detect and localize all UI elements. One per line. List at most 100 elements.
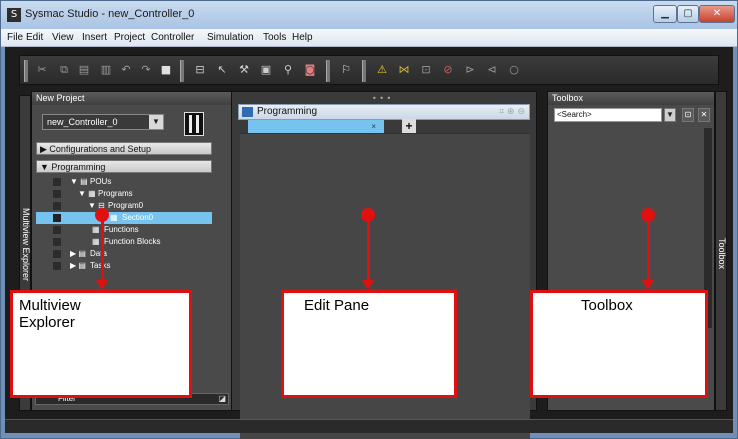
wrench-icon[interactable]: ⚒ <box>236 62 252 78</box>
search-icon[interactable]: ⚲ <box>280 62 296 78</box>
add-tab-button[interactable]: + <box>402 119 416 133</box>
copy-icon[interactable]: ⧉ <box>56 62 72 78</box>
pane-grip[interactable]: • • • <box>372 94 391 103</box>
title-bar: S Sysmac Studio - new_Controller_0 ▁ ▢ ✕ <box>1 1 737 29</box>
device-bar <box>196 115 199 133</box>
tree-item-pous[interactable]: ▼ ▤ POUs <box>36 176 212 188</box>
tab-close-icon[interactable]: × <box>371 122 376 131</box>
cross-reference-icon[interactable]: ↖ <box>214 62 230 78</box>
toolbox-side-label: Toolbox <box>717 238 727 270</box>
main-toolbar: ✂ ⧉ ▤ ▥ ↶ ↷ ■ ⊟ ↖ ⚒ ▣ ⚲ ◙ ⚐ ⚠ ⋈ ⊡ ⊘ ⊳ ⊲ … <box>19 55 719 85</box>
redo-icon[interactable]: ↷ <box>138 62 154 78</box>
tree-item-label: Function Blocks <box>104 237 161 246</box>
tab-section0[interactable]: × <box>248 120 384 133</box>
callout-explorer-line1: Multiview <box>19 297 81 314</box>
menu-help[interactable]: Help <box>292 32 313 43</box>
clear-search-icon[interactable]: ✕ <box>698 108 710 122</box>
callout-toolbox-label: Toolbox <box>581 297 633 314</box>
toolbar-separator <box>24 60 28 82</box>
tree-item-marker <box>53 238 61 246</box>
annotation-pointer-edit-pane <box>367 218 370 280</box>
maximize-button[interactable]: ▢ <box>677 5 699 23</box>
controller-select-value: new_Controller_0 <box>47 117 118 127</box>
functions-icon: ▦ <box>92 225 100 234</box>
toolbar-separator <box>362 60 366 82</box>
tasks-folder-icon: ▶ ▤ <box>70 261 86 270</box>
tree-item-label: Programs <box>98 189 133 198</box>
expand-arrow-icon: ▶ <box>40 144 50 154</box>
close-button[interactable]: ✕ <box>699 5 735 23</box>
cut-icon[interactable]: ✂ <box>34 62 50 78</box>
window-title: Sysmac Studio - new_Controller_0 <box>25 8 195 20</box>
menu-project[interactable]: Project <box>114 32 145 43</box>
tree-item-function-blocks[interactable]: ▦ Function Blocks <box>36 236 212 248</box>
menu-tools[interactable]: Tools <box>263 32 286 43</box>
toolbar-separator <box>326 60 330 82</box>
rung-icon[interactable]: ⊡ <box>418 62 434 78</box>
callout-edit-pane-label: Edit Pane <box>304 297 370 314</box>
tree-item-marker <box>53 226 61 234</box>
undo-icon[interactable]: ↶ <box>118 62 134 78</box>
tree-item-marker <box>53 214 61 222</box>
stop-icon[interactable]: ◙ <box>302 62 318 78</box>
coil-icon[interactable]: ⊘ <box>440 62 456 78</box>
save-icon[interactable]: ■ <box>158 62 174 78</box>
section-programming-label: Programming <box>51 162 106 172</box>
warning-icon[interactable]: ⚠ <box>374 62 390 78</box>
variable-icon[interactable]: ⋈ <box>396 62 412 78</box>
section-icon: ▦ <box>110 213 118 222</box>
toolbox-side-tab[interactable]: Toolbox <box>715 91 727 411</box>
collapse-arrow-icon: ▼ <box>40 162 52 172</box>
annotation-arrowhead-edit-pane <box>362 280 374 290</box>
tree-item-label: Functions <box>104 225 139 234</box>
online-icon[interactable]: ⊲ <box>484 62 500 78</box>
annotation-pointer-explorer <box>101 218 104 280</box>
tree-item-programs[interactable]: ▼ ▦ Programs <box>36 188 212 200</box>
tree-item-tasks[interactable]: ▶ ▤ Tasks <box>36 260 212 272</box>
chevron-down-icon[interactable]: ▼ <box>664 108 676 122</box>
compare-icon[interactable]: ▣ <box>258 62 274 78</box>
menu-controller[interactable]: Controller <box>151 32 194 43</box>
tree-item-data[interactable]: ▶ ▤ Data <box>36 248 212 260</box>
programs-folder-icon: ▼ ▦ <box>78 189 96 198</box>
annotation-arrowhead-explorer <box>96 280 108 290</box>
tree-item-marker <box>53 262 61 270</box>
menu-edit[interactable]: Edit <box>26 32 43 43</box>
filter-icon[interactable]: ⊡ <box>682 108 694 122</box>
callout-edit-pane: Edit Pane <box>281 290 457 398</box>
callout-multiview-explorer: Multiview Explorer <box>10 290 192 398</box>
screenshot: S Sysmac Studio - new_Controller_0 ▁ ▢ ✕… <box>0 0 738 439</box>
build-icon[interactable]: ⊟ <box>192 62 208 78</box>
contact-icon[interactable]: ⊳ <box>462 62 478 78</box>
minimize-button[interactable]: ▁ <box>653 5 677 23</box>
filter-toggle-icon[interactable]: ◪ <box>218 394 226 404</box>
menu-file[interactable]: File <box>7 32 23 43</box>
tree-item-label: POUs <box>90 177 112 186</box>
tree-item-section0[interactable]: ▦ Section0 <box>36 212 212 224</box>
menu-insert[interactable]: Insert <box>82 32 107 43</box>
tree-item-marker <box>53 178 61 186</box>
tree-item-label: Program0 <box>108 201 144 210</box>
tree-item-program0[interactable]: ▼ ⊟ Program0 <box>36 200 212 212</box>
section-programming[interactable]: ▼ Programming <box>36 160 212 173</box>
tree-item-marker <box>53 202 61 210</box>
circle-icon[interactable]: ○ <box>506 62 522 78</box>
chevron-down-icon[interactable]: ▼ <box>149 115 163 129</box>
toolbar-separator <box>180 60 184 82</box>
programming-title-label: Programming <box>257 106 318 117</box>
tree-item-marker <box>53 250 61 258</box>
simulate-icon[interactable]: ⚐ <box>338 62 354 78</box>
controller-select[interactable]: new_Controller_0 ▼ <box>42 114 164 130</box>
programming-window-title: Programming ⌗ ⊕ ⊖ <box>238 104 530 120</box>
delete-icon[interactable]: ▥ <box>98 62 114 78</box>
document-icon <box>242 107 253 117</box>
toolbox-search-input[interactable]: <Search> <box>554 108 662 122</box>
menu-simulation[interactable]: Simulation <box>207 32 254 43</box>
menu-view[interactable]: View <box>52 32 74 43</box>
toolbox-header: Toolbox <box>548 92 714 105</box>
zoom-tools-icon[interactable]: ⌗ ⊕ ⊖ <box>499 105 525 119</box>
tree-item-functions[interactable]: ▦ Functions <box>36 224 212 236</box>
explorer-header: New Project <box>32 92 232 105</box>
paste-icon[interactable]: ▤ <box>76 62 92 78</box>
section-configurations-and-setup[interactable]: ▶ Configurations and Setup <box>36 142 212 155</box>
